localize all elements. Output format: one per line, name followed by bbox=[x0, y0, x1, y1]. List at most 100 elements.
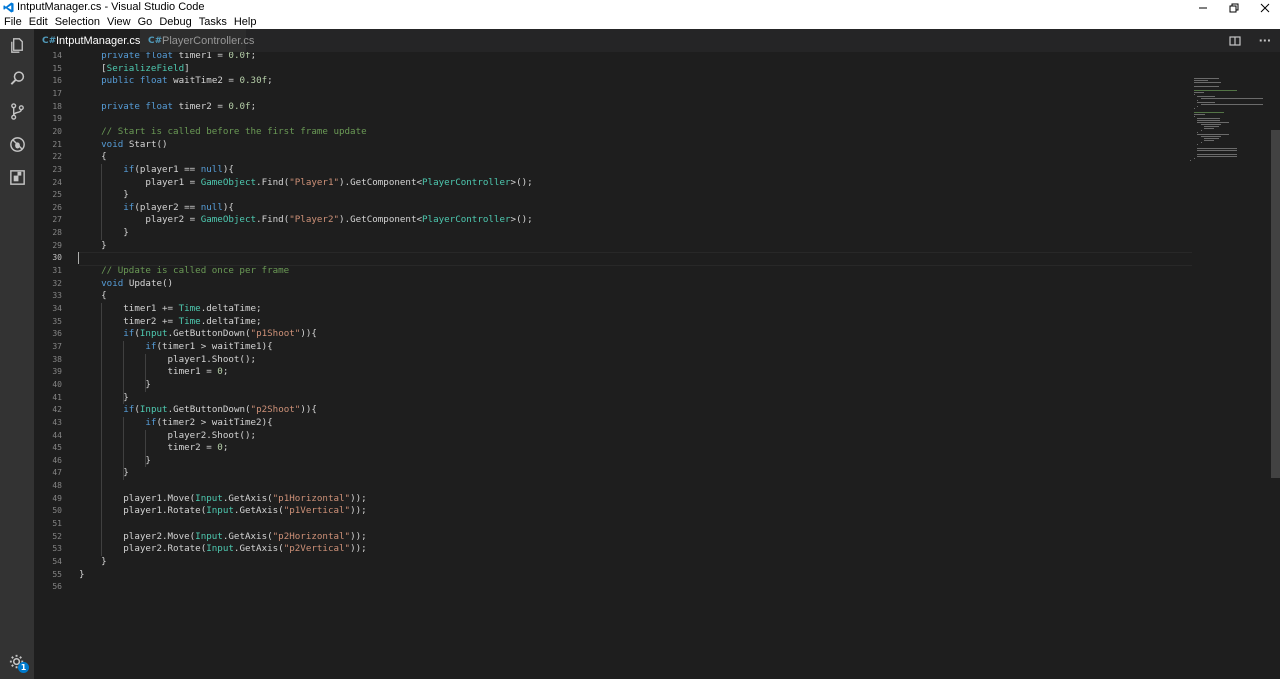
line-number[interactable]: 28 bbox=[34, 227, 62, 240]
code-line[interactable]: if(Input.GetButtonDown("p1Shoot")){ bbox=[79, 328, 317, 341]
menu-edit[interactable]: Edit bbox=[25, 15, 51, 29]
code-line[interactable]: // Update is called once per frame bbox=[79, 265, 289, 278]
code-line[interactable]: if(Input.GetButtonDown("p2Shoot")){ bbox=[79, 404, 317, 417]
code-line[interactable]: void Update() bbox=[79, 278, 173, 291]
close-window-button[interactable] bbox=[1249, 0, 1280, 15]
line-number[interactable]: 20 bbox=[34, 126, 62, 139]
code-line[interactable]: } bbox=[79, 379, 151, 392]
code-line[interactable]: } bbox=[79, 227, 129, 240]
line-number[interactable]: 56 bbox=[34, 581, 62, 594]
code-line[interactable]: { bbox=[79, 290, 107, 303]
code-line[interactable]: } bbox=[79, 455, 151, 468]
line-number[interactable]: 49 bbox=[34, 493, 62, 506]
line-number[interactable]: 26 bbox=[34, 202, 62, 215]
source-control-button[interactable] bbox=[0, 95, 34, 128]
line-number[interactable]: 37 bbox=[34, 341, 62, 354]
line-number[interactable]: 19 bbox=[34, 113, 62, 126]
line-number[interactable]: 50 bbox=[34, 505, 62, 518]
search-button[interactable] bbox=[0, 62, 34, 95]
line-number[interactable]: 53 bbox=[34, 543, 62, 556]
line-number[interactable]: 16 bbox=[34, 75, 62, 88]
code-line[interactable]: player1.Shoot(); bbox=[79, 354, 257, 367]
line-number[interactable]: 24 bbox=[34, 177, 62, 190]
line-number[interactable]: 48 bbox=[34, 480, 62, 493]
code-line[interactable]: player2.Move(Input.GetAxis("p2Horizontal… bbox=[79, 531, 366, 544]
explorer-button[interactable] bbox=[0, 29, 34, 62]
code-line[interactable]: } bbox=[79, 467, 129, 480]
line-number[interactable]: 25 bbox=[34, 189, 62, 202]
code-line[interactable]: player1.Rotate(Input.GetAxis("p1Vertical… bbox=[79, 505, 366, 518]
line-number[interactable]: 55 bbox=[34, 569, 62, 582]
code-line[interactable]: [SerializeField] bbox=[79, 63, 190, 76]
code-line[interactable]: timer1 += Time.deltaTime; bbox=[79, 303, 261, 316]
restore-button[interactable] bbox=[1218, 0, 1249, 15]
line-number[interactable]: 52 bbox=[34, 531, 62, 544]
line-number[interactable]: 33 bbox=[34, 290, 62, 303]
menu-debug[interactable]: Debug bbox=[155, 15, 194, 29]
code-line[interactable]: private float timer1 = 0.0f; bbox=[79, 52, 256, 63]
code-line[interactable]: player2.Shoot(); bbox=[79, 430, 257, 443]
code-line[interactable]: private float timer2 = 0.0f; bbox=[79, 101, 256, 114]
line-number[interactable]: 39 bbox=[34, 366, 62, 379]
code-line[interactable]: timer2 += Time.deltaTime; bbox=[79, 316, 261, 329]
menu-tasks[interactable]: Tasks bbox=[195, 15, 230, 29]
line-number[interactable]: 35 bbox=[34, 316, 62, 329]
minimap[interactable] bbox=[1190, 52, 1263, 161]
code-line[interactable]: player1 = GameObject.Find("Player1").Get… bbox=[79, 177, 532, 190]
line-number[interactable]: 27 bbox=[34, 214, 62, 227]
code-line[interactable]: void Start() bbox=[79, 139, 167, 152]
code-line[interactable]: public float waitTime2 = 0.30f; bbox=[79, 75, 273, 88]
tab-intputmanager[interactable]: C# IntputManager.cs ✕ bbox=[34, 29, 157, 52]
line-number[interactable]: 51 bbox=[34, 518, 62, 531]
line-number[interactable]: 44 bbox=[34, 430, 62, 443]
code-line[interactable]: if(player2 == null){ bbox=[79, 202, 234, 215]
line-number[interactable]: 54 bbox=[34, 556, 62, 569]
code-line[interactable]: player2.Rotate(Input.GetAxis("p2Vertical… bbox=[79, 543, 366, 556]
code-line[interactable]: player1.Move(Input.GetAxis("p1Horizontal… bbox=[79, 493, 366, 506]
debug-button[interactable] bbox=[0, 128, 34, 161]
line-number[interactable]: 41 bbox=[34, 392, 62, 405]
line-number[interactable]: 46 bbox=[34, 455, 62, 468]
line-number[interactable]: 43 bbox=[34, 417, 62, 430]
menu-go[interactable]: Go bbox=[134, 15, 156, 29]
code-line[interactable]: } bbox=[79, 569, 85, 582]
line-number[interactable]: 42 bbox=[34, 404, 62, 417]
line-number[interactable]: 32 bbox=[34, 278, 62, 291]
code-line[interactable]: // Start is called before the first fram… bbox=[79, 126, 367, 139]
code-line[interactable]: player2 = GameObject.Find("Player2").Get… bbox=[79, 214, 532, 227]
line-number[interactable]: 38 bbox=[34, 354, 62, 367]
code-editor[interactable]: 14 15 16 17 18 19 20 21 22 23 24 25 26 27 28 29 30 31 32 33… bbox=[34, 52, 1270, 679]
menu-help[interactable]: Help bbox=[230, 15, 260, 29]
more-actions-icon[interactable]: ··· bbox=[1259, 34, 1272, 47]
code-line[interactable]: if(timer2 > waitTime2){ bbox=[79, 417, 272, 430]
vertical-scrollbar[interactable] bbox=[1270, 52, 1280, 679]
scrollbar-thumb[interactable] bbox=[1271, 130, 1280, 478]
line-number[interactable]: 23 bbox=[34, 164, 62, 177]
code-line[interactable]: } bbox=[79, 240, 107, 253]
tab-playercontroller[interactable]: C# PlayerController.cs bbox=[140, 29, 254, 52]
line-number[interactable]: 21 bbox=[34, 139, 62, 152]
line-number[interactable]: 45 bbox=[34, 442, 62, 455]
code-line[interactable]: if(timer1 > waitTime1){ bbox=[79, 341, 272, 354]
code-line[interactable]: } bbox=[79, 392, 129, 405]
menu-file[interactable]: File bbox=[0, 15, 25, 29]
line-number[interactable]: 22 bbox=[34, 151, 62, 164]
extensions-button[interactable] bbox=[0, 161, 34, 194]
line-number[interactable]: 18 bbox=[34, 101, 62, 114]
code-line[interactable]: if(player1 == null){ bbox=[79, 164, 234, 177]
split-editor-icon[interactable] bbox=[1229, 35, 1241, 47]
minimize-button[interactable] bbox=[1187, 0, 1218, 15]
code-line[interactable]: { bbox=[79, 151, 107, 164]
line-number[interactable]: 29 bbox=[34, 240, 62, 253]
line-number[interactable]: 17 bbox=[34, 88, 62, 101]
line-number[interactable]: 40 bbox=[34, 379, 62, 392]
menu-view[interactable]: View bbox=[103, 15, 134, 29]
code-line[interactable]: } bbox=[79, 189, 129, 202]
line-number[interactable]: 36 bbox=[34, 328, 62, 341]
line-number[interactable]: 31 bbox=[34, 265, 62, 278]
line-number[interactable]: 34 bbox=[34, 303, 62, 316]
line-number[interactable]: 14 bbox=[34, 52, 62, 63]
line-number[interactable]: 15 bbox=[34, 63, 62, 76]
line-number[interactable]: 30 bbox=[34, 252, 62, 265]
settings-button[interactable]: 1 bbox=[0, 646, 34, 679]
